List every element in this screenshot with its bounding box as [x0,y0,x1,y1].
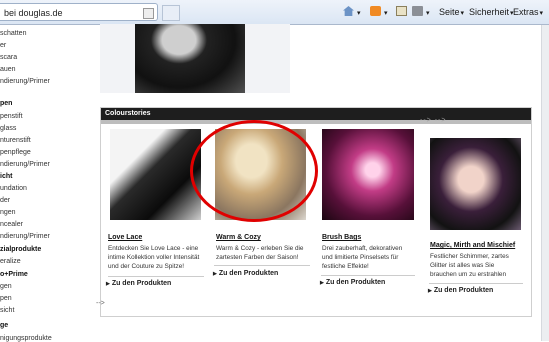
products-link[interactable]: ▶ Zu den Produkten [428,287,493,294]
products-link[interactable]: ▶ Zu den Produkten [106,280,171,287]
browser-tab[interactable]: bei douglas.de [0,3,158,21]
card-title[interactable]: Warm & Cozy [216,234,261,241]
feeds-button[interactable]: ▾ [370,5,388,19]
card-divider [108,276,204,277]
card-title[interactable]: Brush Bags [322,234,361,241]
sidebar-heading[interactable]: icht [0,173,12,180]
sidebar-item[interactable]: ndierung/Primer [0,78,50,85]
sidebar-heading[interactable]: pen [0,100,12,107]
mail-icon [396,6,407,16]
printer-icon [412,6,423,16]
panel-title: Colourstories [101,108,531,120]
magic-mirth-image[interactable] [430,138,521,230]
sidebar-item[interactable]: nturenstift [0,137,31,144]
card-description: Festlicher Schimmer, zartes Glitter ist … [430,253,509,278]
brush-bags-image[interactable] [322,129,414,220]
print-button[interactable]: ▾ [412,5,430,19]
sidebar-item[interactable]: ndierung/Primer [0,233,50,240]
products-link[interactable]: ▶ Zu den Produkten [213,270,278,277]
sidebar-item[interactable]: ngen [0,209,16,216]
arrow-right-icon: ▶ [320,280,324,286]
sidebar-item[interactable]: ndierung/Primer [0,161,50,168]
sidebar-item[interactable]: penpflege [0,149,31,156]
sidebar-item[interactable]: eralize [0,258,21,265]
sidebar-item[interactable]: sicht [0,307,14,314]
home-icon [343,6,354,16]
bottom-arrow: --> [96,300,105,307]
sidebar-item[interactable]: ncealer [0,221,23,228]
panel-divider [101,120,531,124]
sidebar-item[interactable]: glass [0,125,16,132]
hero-banner-image[interactable] [100,24,290,93]
sidebar-item[interactable]: schatten [0,30,26,37]
rss-feed-icon [370,6,381,16]
category-sidebar: schatten er scara auen ndierung/Primer p… [0,25,92,342]
sidebar-item[interactable]: pen [0,295,12,302]
close-tab-icon[interactable] [143,8,154,19]
sidebar-item[interactable]: er [0,42,6,49]
home-button[interactable]: ▾ [343,5,361,19]
tools-menu[interactable]: Extras▾ [513,5,543,19]
card-title[interactable]: Magic, Mirth and Mischief [430,242,515,249]
tab-title: bei douglas.de [4,8,63,18]
page-menu[interactable]: Seite▾ [439,5,464,19]
card-description: Entdecken Sie Love Lace - eine intime Ko… [108,245,200,270]
sidebar-item[interactable]: der [0,197,10,204]
vertical-scrollbar[interactable] [541,25,549,341]
card-divider [429,283,523,284]
card-divider [321,275,415,276]
love-lace-image[interactable] [110,129,201,220]
new-tab-button[interactable] [162,5,180,21]
safety-menu[interactable]: Sicherheit▾ [469,5,514,19]
sidebar-heading[interactable]: o+Prime [0,271,28,278]
arrow-right-icon: ▶ [106,281,110,287]
sidebar-item[interactable]: undation [0,185,27,192]
sidebar-item[interactable]: penstift [0,113,23,120]
carousel-arrows[interactable]: --> --> [420,117,446,124]
sidebar-item[interactable]: scara [0,54,17,61]
card-description: Drei zauberhaft, dekorativen und limitie… [322,245,403,270]
sidebar-heading[interactable]: zialprodukte [0,246,41,253]
mail-button[interactable] [396,5,409,19]
red-highlight-circle [190,120,318,222]
card-title[interactable]: Love Lace [108,234,142,241]
sidebar-item[interactable]: gen [0,283,12,290]
sidebar-heading[interactable]: ge [0,322,8,329]
browser-toolbar: bei douglas.de ▾ ▾ ▾ Seite▾ Sicherheit▾ … [0,0,549,25]
products-link[interactable]: ▶ Zu den Produkten [320,279,385,286]
arrow-right-icon: ▶ [213,271,217,277]
card-description: Warm & Cozy - erleben Sie die zartesten … [216,245,304,261]
card-divider [214,265,310,266]
arrow-right-icon: ▶ [428,288,432,294]
sidebar-item[interactable]: auen [0,66,16,73]
hero-model-figure [135,24,245,93]
